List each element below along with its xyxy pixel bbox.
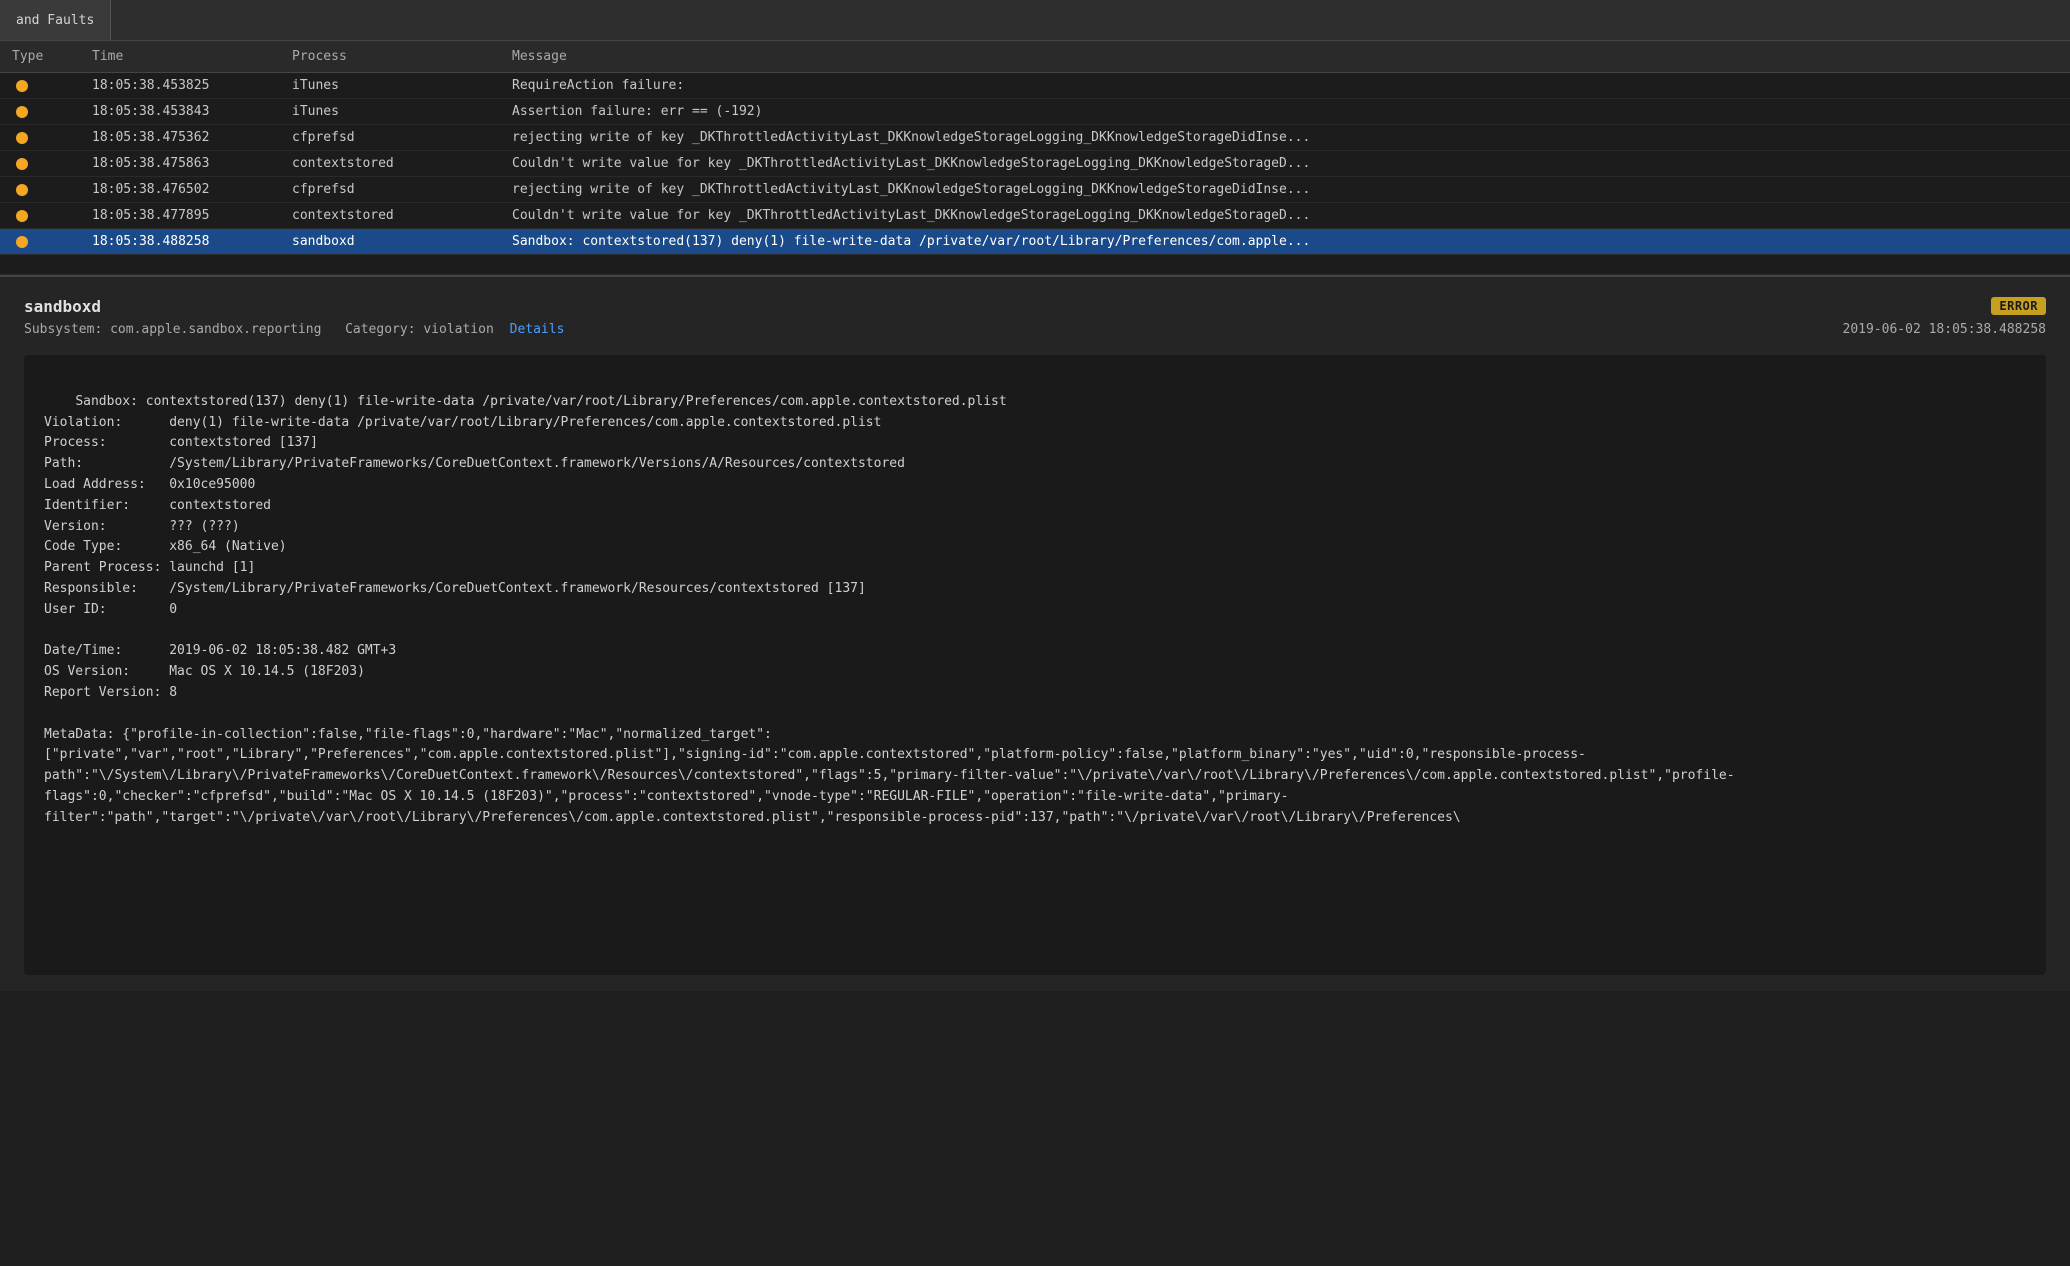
log-text: Sandbox: contextstored(137) deny(1) file… <box>44 394 1735 825</box>
process-col: contextstored <box>280 208 500 223</box>
type-dot-col <box>0 184 80 196</box>
type-dot-col <box>0 106 80 118</box>
message-col: Sandbox: contextstored(137) deny(1) file… <box>500 234 2070 249</box>
table-row[interactable]: 18:05:38.453843iTunesAssertion failure: … <box>0 99 2070 125</box>
type-dot <box>16 184 28 196</box>
time-col: 18:05:38.475362 <box>80 130 280 145</box>
detail-pane: sandboxd ERROR Subsystem: com.apple.sand… <box>0 275 2070 991</box>
detail-timestamp: 2019-06-02 18:05:38.488258 <box>1843 322 2047 337</box>
time-col: 18:05:38.453843 <box>80 104 280 119</box>
detail-details-link[interactable]: Details <box>510 322 565 337</box>
process-col: cfprefsd <box>280 130 500 145</box>
type-dot <box>16 158 28 170</box>
table-row[interactable]: 18:05:38.477895contextstoredCouldn't wri… <box>0 203 2070 229</box>
time-col: 18:05:38.488258 <box>80 234 280 249</box>
spacer <box>0 255 2070 275</box>
time-col: 18:05:38.477895 <box>80 208 280 223</box>
col-header-message: Message <box>500 49 2070 64</box>
process-col: cfprefsd <box>280 182 500 197</box>
col-header-process: Process <box>280 49 500 64</box>
time-col: 18:05:38.476502 <box>80 182 280 197</box>
detail-subsystem: Subsystem: com.apple.sandbox.reporting <box>24 322 321 337</box>
table-header: Type Time Process Message <box>0 41 2070 73</box>
type-dot-col <box>0 80 80 92</box>
message-col: Couldn't write value for key _DKThrottle… <box>500 156 2070 171</box>
detail-category-separator <box>325 322 341 337</box>
process-col: iTunes <box>280 78 500 93</box>
time-col: 18:05:38.453825 <box>80 78 280 93</box>
detail-meta: Subsystem: com.apple.sandbox.reporting C… <box>24 322 2046 337</box>
detail-space <box>498 322 506 337</box>
tab-errors-and-faults[interactable]: and Faults <box>0 0 111 40</box>
detail-meta-left: Subsystem: com.apple.sandbox.reporting C… <box>24 322 564 337</box>
message-col: rejecting write of key _DKThrottledActiv… <box>500 130 2070 145</box>
process-col: contextstored <box>280 156 500 171</box>
table-row[interactable]: 18:05:38.475362cfprefsdrejecting write o… <box>0 125 2070 151</box>
type-dot-col <box>0 210 80 222</box>
type-dot <box>16 210 28 222</box>
log-content[interactable]: Sandbox: contextstored(137) deny(1) file… <box>24 355 2046 975</box>
type-dot <box>16 80 28 92</box>
tab-label: and Faults <box>16 13 94 28</box>
message-col: Couldn't write value for key _DKThrottle… <box>500 208 2070 223</box>
table-row[interactable]: 18:05:38.475863contextstoredCouldn't wri… <box>0 151 2070 177</box>
table-row[interactable]: 18:05:38.476502cfprefsdrejecting write o… <box>0 177 2070 203</box>
table-row[interactable]: 18:05:38.488258sandboxdSandbox: contexts… <box>0 229 2070 255</box>
message-col: Assertion failure: err == (-192) <box>500 104 2070 119</box>
type-dot <box>16 132 28 144</box>
type-dot-col <box>0 236 80 248</box>
tab-bar: and Faults <box>0 0 2070 41</box>
detail-category: Category: violation <box>345 322 494 337</box>
error-badge: ERROR <box>1991 297 2046 315</box>
type-dot <box>16 106 28 118</box>
detail-title: sandboxd <box>24 297 101 316</box>
type-dot-col <box>0 158 80 170</box>
time-col: 18:05:38.475863 <box>80 156 280 171</box>
col-header-time: Time <box>80 49 280 64</box>
table-row[interactable]: 18:05:38.453825iTunesRequireAction failu… <box>0 73 2070 99</box>
process-col: sandboxd <box>280 234 500 249</box>
col-header-type: Type <box>0 49 80 64</box>
message-col: rejecting write of key _DKThrottledActiv… <box>500 182 2070 197</box>
detail-header: sandboxd ERROR <box>24 297 2046 316</box>
process-col: iTunes <box>280 104 500 119</box>
message-col: RequireAction failure: <box>500 78 2070 93</box>
type-dot-col <box>0 132 80 144</box>
type-dot <box>16 236 28 248</box>
log-table: 18:05:38.453825iTunesRequireAction failu… <box>0 73 2070 255</box>
